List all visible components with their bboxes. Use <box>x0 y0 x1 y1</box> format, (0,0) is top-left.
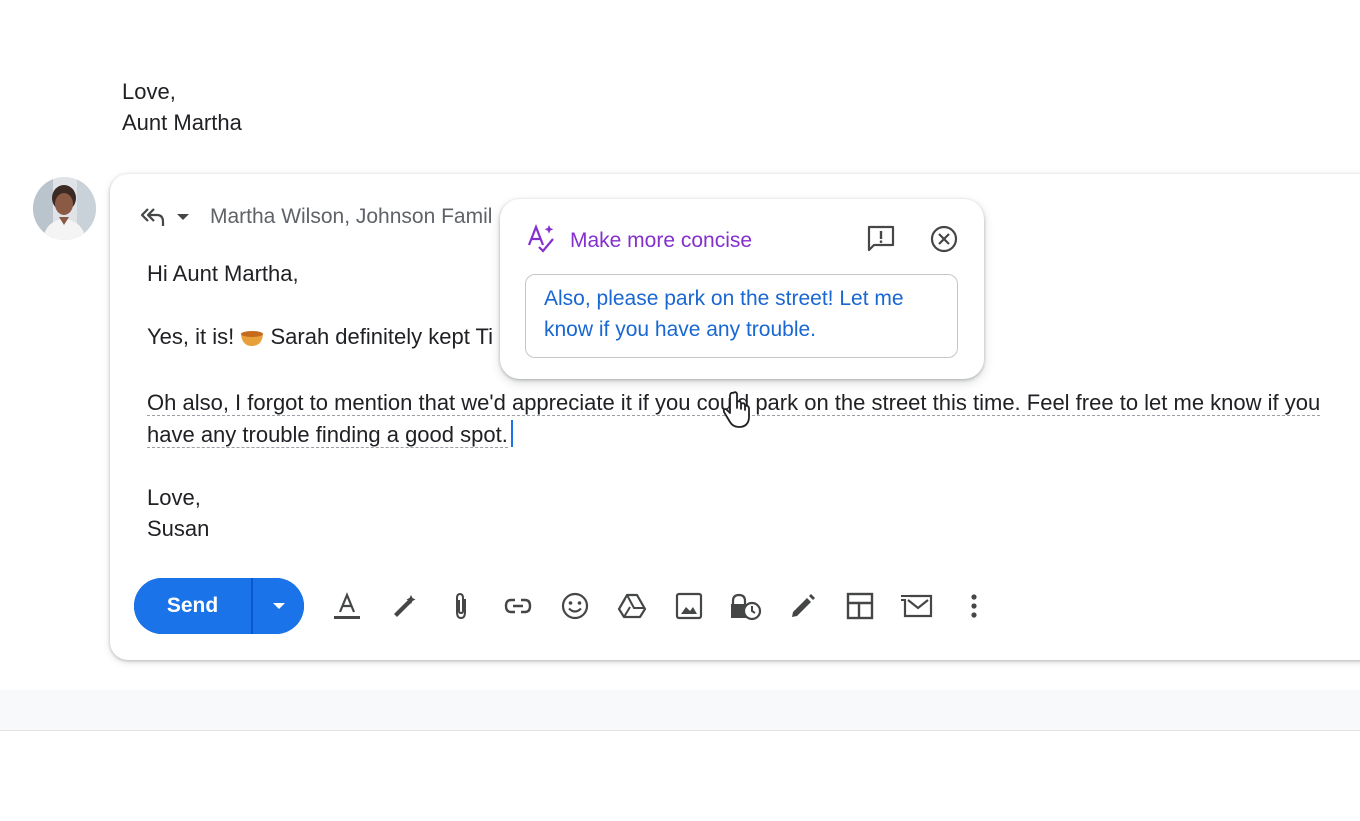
selected-text-line-2: have any trouble finding a good spot. <box>147 421 508 448</box>
thread-footer-band <box>0 690 1360 731</box>
magic-pen-icon[interactable] <box>387 589 421 623</box>
feedback-icon[interactable] <box>865 223 897 255</box>
body-signoff: Love, <box>147 484 201 510</box>
reply-header: Martha Wilson, Johnson Famil <box>138 200 505 234</box>
text-format-icon[interactable] <box>330 589 364 623</box>
help-me-write-popup: Make more concise Also, please park on t… <box>500 199 984 379</box>
body-signature: Susan <box>147 516 210 541</box>
close-icon[interactable] <box>928 223 960 255</box>
popup-header: Make more concise <box>526 223 752 258</box>
suggestion-card[interactable]: Also, please park on the street! Let me … <box>525 274 958 358</box>
attach-icon[interactable] <box>444 589 478 623</box>
photo-icon[interactable] <box>672 589 706 623</box>
previous-signoff-line: Love, <box>122 79 176 104</box>
body-line-1-rest: Sarah definitely kept Ti <box>270 324 494 349</box>
popup-title: Make more concise <box>570 228 753 252</box>
reply-type-dropdown-icon[interactable] <box>172 203 194 231</box>
recipients-field[interactable]: Martha Wilson, Johnson Famil <box>210 205 505 229</box>
bowl-emoji-icon <box>240 324 264 356</box>
body-line-1-start: Yes, it is! <box>147 324 235 349</box>
refine-text-icon <box>526 223 556 258</box>
signature-icon[interactable] <box>786 589 820 623</box>
more-options-icon[interactable] <box>957 589 991 623</box>
avatar <box>33 177 96 240</box>
text-cursor <box>510 419 513 447</box>
hand-cursor-icon <box>722 390 756 430</box>
template-icon[interactable] <box>900 589 934 623</box>
previous-message-signoff: Love, Aunt Martha <box>122 76 242 138</box>
confidential-mode-icon[interactable] <box>729 589 763 623</box>
reply-all-icon[interactable] <box>138 203 166 231</box>
send-button-group: Send <box>134 578 304 634</box>
link-icon[interactable] <box>501 589 535 623</box>
previous-signature: Aunt Martha <box>122 110 242 135</box>
send-options-button[interactable] <box>251 578 304 634</box>
drive-icon[interactable] <box>615 589 649 623</box>
send-button[interactable]: Send <box>134 578 251 634</box>
layout-icon[interactable] <box>843 589 877 623</box>
chevron-down-icon <box>272 603 285 609</box>
compose-toolbar: Send <box>134 578 991 634</box>
emoji-icon[interactable] <box>558 589 592 623</box>
